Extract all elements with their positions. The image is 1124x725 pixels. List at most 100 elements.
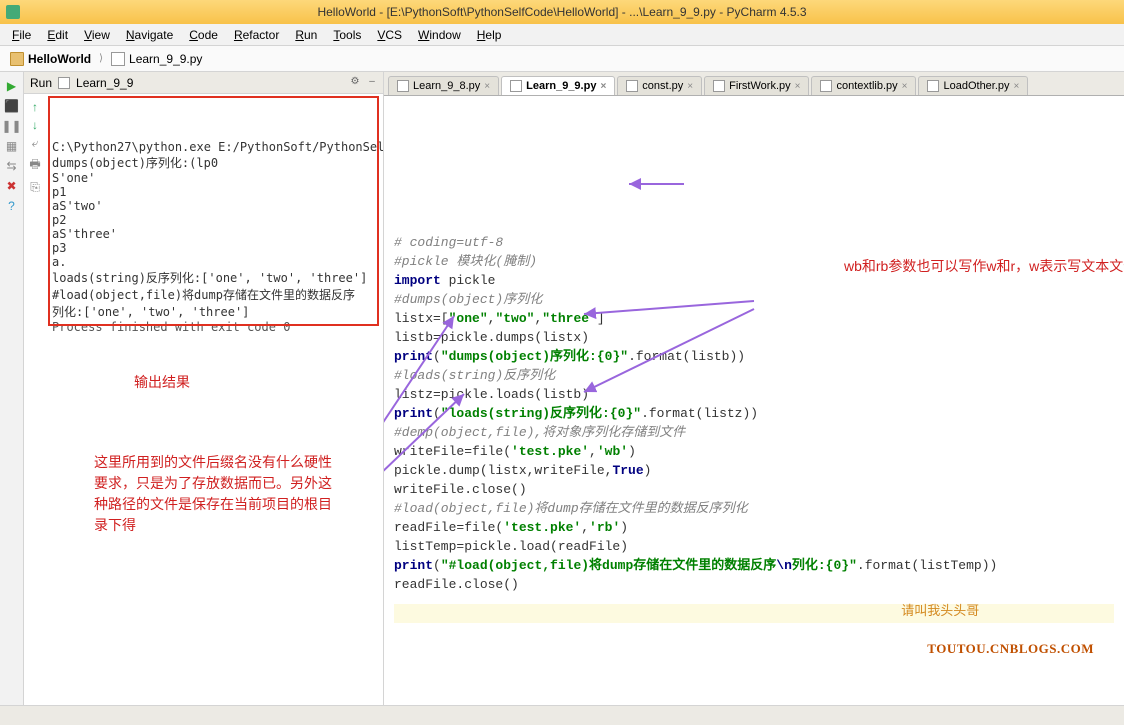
watermark-line: 请叫我头头哥 [901,601,1094,620]
output-line: S'one' [52,171,377,185]
tab-label: Learn_9_8.py [413,80,480,92]
menu-help[interactable]: Help [469,26,510,44]
output-line: p2 [52,213,377,227]
tab-LoadOther-py[interactable]: LoadOther.py × [918,76,1028,95]
run-header-actions: ⚙ – [348,76,383,90]
export-icon[interactable]: ⎘ [30,180,40,195]
menu-vcs[interactable]: VCS [369,26,410,44]
output-line: 列化:['one', 'two', 'three'] [52,303,377,320]
output-line: Process finished with exit code 0 [52,320,377,334]
menu-edit[interactable]: Edit [39,26,76,44]
tab-const-py[interactable]: const.py × [617,76,702,95]
code-line: writeFile=file('test.pke','wb') [394,442,1114,461]
editor-area: Learn_9_8.py ×Learn_9_9.py ×const.py ×Fi… [384,72,1124,705]
run-output[interactable]: C:\Python27\python.exe E:/PythonSoft/Pyt… [46,94,383,705]
python-file-icon [58,77,70,89]
python-file-icon [510,80,522,92]
python-file-icon [111,52,125,66]
code-editor[interactable]: # coding=utf-8#pickle 模块化(腌制)import pick… [384,96,1124,705]
breadcrumb-file-label: Learn_9_9.py [129,52,202,66]
code-line: pickle.dump(listx,writeFile,True) [394,461,1114,480]
tab-contextlib-py[interactable]: contextlib.py × [811,76,916,95]
close-icon[interactable]: ✖ [4,178,20,194]
code-line: #loads(string)反序列化 [394,366,1114,385]
run-config-name: Learn_9_9 [76,76,133,90]
window-title: HelloWorld - [E:\PythonSoft\PythonSelfCo… [317,5,806,19]
code-line: readFile=file('test.pke','rb') [394,518,1114,537]
output-line: aS'two' [52,199,377,213]
run-header: Run Learn_9_9 ⚙ – [24,72,383,94]
pause-icon[interactable]: ❚❚ [4,118,20,134]
help-icon[interactable]: ? [4,198,20,214]
tab-label: contextlib.py [836,80,897,92]
breadcrumb: HelloWorld ⟩ Learn_9_9.py [0,46,1124,72]
down-icon[interactable]: ↓ [32,118,38,132]
watermark: 请叫我头头哥 TOUTOU.CNBLOGS.COM [901,563,1094,677]
breadcrumb-file[interactable]: Learn_9_9.py [107,50,206,68]
dump-icon[interactable]: ▦ [4,138,20,154]
tab-Learn_9_9-py[interactable]: Learn_9_9.py × [501,76,615,95]
watermark-url: TOUTOU.CNBLOGS.COM [927,641,1094,656]
output-line: a. [52,255,377,269]
close-icon[interactable]: × [1014,81,1020,92]
python-file-icon [626,80,638,92]
menu-run[interactable]: Run [287,26,325,44]
tab-label: Learn_9_9.py [526,80,596,92]
menu-file[interactable]: File [4,26,39,44]
breadcrumb-project[interactable]: HelloWorld [6,50,95,68]
annotation-arrow [384,262,394,442]
python-file-icon [820,80,832,92]
up-icon[interactable]: ↑ [32,100,38,114]
menu-view[interactable]: View [76,26,118,44]
code-line: listb=pickle.dumps(listx) [394,328,1114,347]
code-line: print("loads(string)反序列化:{0}".format(lis… [394,404,1114,423]
output-line: p3 [52,241,377,255]
output-line: loads(string)反序列化:['one', 'two', 'three'… [52,269,377,286]
status-bar [0,705,1124,725]
code-line: listx=["one","two","three"] [394,309,1114,328]
debug-icon[interactable]: ⬛ [4,98,20,114]
output-line: aS'three' [52,227,377,241]
run-tool-window: Run Learn_9_9 ⚙ – ↑ ↓ ⤶ 🖶 ⎘ C:\Python27\… [24,72,384,705]
output-line: C:\Python27\python.exe E:/PythonSoft/Pyt… [52,140,377,154]
menu-refactor[interactable]: Refactor [226,26,287,44]
menu-tools[interactable]: Tools [325,26,369,44]
wrap-icon[interactable]: ⤶ [32,136,39,151]
code-line: listz=pickle.loads(listb) [394,385,1114,404]
close-icon[interactable]: × [687,81,693,92]
chevron-right-icon: ⟩ [99,53,103,64]
menu-window[interactable]: Window [410,26,469,44]
tab-label: const.py [642,80,683,92]
code-line: #demp(object,file),将对象序列化存储到文件 [394,423,1114,442]
layout-icon[interactable]: ⇆ [4,158,20,174]
annotation-output-label: 输出结果 [134,372,190,392]
tab-FirstWork-py[interactable]: FirstWork.py × [704,76,809,95]
annotation-file-note: 这里所用到的文件后缀名没有什么硬性要求，只是为了存放数据而已。另外这种路径的文件… [94,452,344,536]
folder-icon [10,52,24,66]
tab-Learn_9_8-py[interactable]: Learn_9_8.py × [388,76,499,95]
menu-bar: FileEditViewNavigateCodeRefactorRunTools… [0,24,1124,46]
run-gutter-toolbar: ▶ ⬛ ❚❚ ▦ ⇆ ✖ ? [0,72,24,705]
tab-label: LoadOther.py [943,80,1009,92]
close-icon[interactable]: × [902,81,908,92]
app-icon [6,5,20,19]
breadcrumb-project-label: HelloWorld [28,52,91,66]
close-icon[interactable]: × [484,81,490,92]
minimize-icon[interactable]: – [365,76,379,90]
code-line: #dumps(object)序列化 [394,290,1114,309]
settings-icon[interactable]: ⚙ [348,76,362,90]
annotation-arrow [624,176,704,196]
code-line: # coding=utf-8 [394,233,1114,252]
run-icon[interactable]: ▶ [4,78,20,94]
menu-code[interactable]: Code [181,26,226,44]
print-icon[interactable]: 🖶 [29,155,40,176]
code-line: listTemp=pickle.load(readFile) [394,537,1114,556]
close-icon[interactable]: × [600,81,606,92]
code-line: writeFile.close() [394,480,1114,499]
python-file-icon [397,80,409,92]
output-line: p1 [52,185,377,199]
close-icon[interactable]: × [795,81,801,92]
menu-navigate[interactable]: Navigate [118,26,181,44]
code-line: print("dumps(object)序列化:{0}".format(list… [394,347,1114,366]
editor-tab-bar: Learn_9_8.py ×Learn_9_9.py ×const.py ×Fi… [384,72,1124,96]
